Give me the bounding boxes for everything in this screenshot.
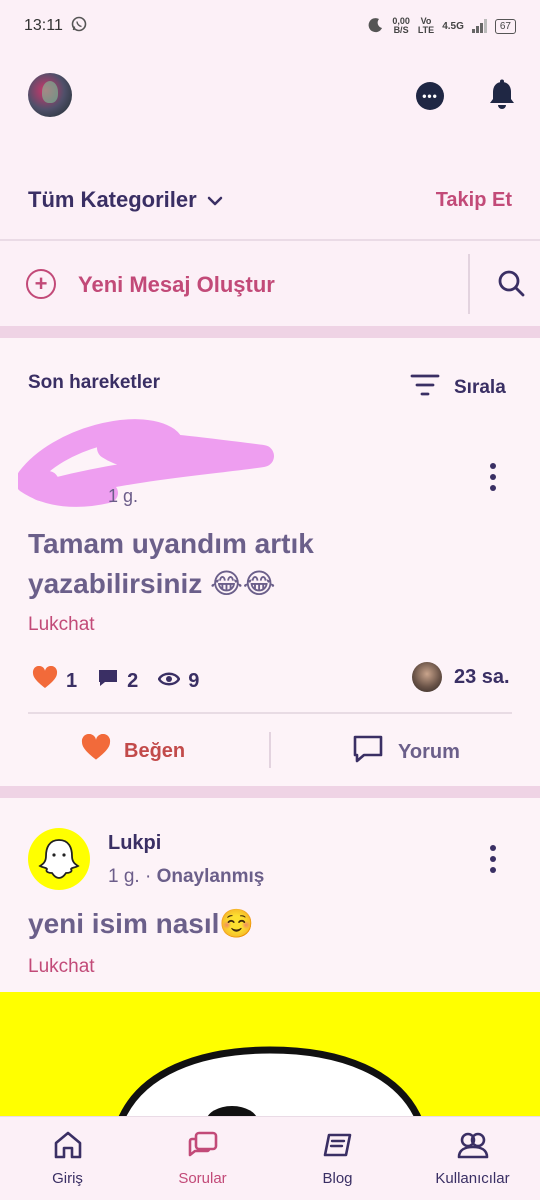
section-separator bbox=[0, 786, 540, 798]
heart-icon bbox=[32, 665, 58, 696]
divider bbox=[0, 239, 540, 241]
questions-icon bbox=[187, 1130, 219, 1164]
post-time: 1 g. bbox=[108, 486, 139, 506]
volte-bottom: LTE bbox=[417, 25, 435, 35]
status-right: 0,00 B/S Vo LTE 4.5G 67 bbox=[368, 17, 516, 35]
battery-level: 67 bbox=[499, 20, 511, 32]
users-icon bbox=[456, 1130, 490, 1164]
more-options-icon[interactable] bbox=[489, 845, 497, 873]
chevron-down-icon bbox=[207, 187, 223, 213]
more-options-icon[interactable] bbox=[489, 463, 497, 491]
post-meta: 1 g. · Onaylanmış bbox=[108, 866, 264, 888]
post-author[interactable]: Lukpi bbox=[108, 832, 161, 855]
section-separator bbox=[0, 326, 540, 338]
likes-count: 1 bbox=[66, 669, 78, 692]
home-icon bbox=[52, 1130, 84, 1164]
post-time: 1 g. bbox=[108, 866, 140, 887]
nav-questions[interactable]: Sorular bbox=[135, 1117, 270, 1200]
post-title-line-1: Tamam uyandım artık bbox=[28, 528, 314, 559]
net-speed-unit: B/S bbox=[393, 25, 409, 35]
like-label: Beğen bbox=[124, 739, 186, 762]
verified-badge: Onaylanmış bbox=[156, 866, 265, 887]
category-dropdown[interactable]: Tüm Kategoriler bbox=[28, 187, 223, 213]
nav-blog[interactable]: Blog bbox=[270, 1117, 405, 1200]
likes-stat: 1 bbox=[32, 665, 78, 696]
post-image[interactable] bbox=[0, 992, 540, 1122]
views-count: 9 bbox=[188, 669, 200, 692]
category-row: Tüm Kategoriler Takip Et bbox=[0, 178, 540, 222]
nav-home[interactable]: Giriş bbox=[0, 1117, 135, 1200]
meta-separator: · bbox=[144, 866, 152, 887]
bottom-nav: Giriş Sorular Blog Kullanıcılar bbox=[0, 1116, 540, 1200]
profile-avatar[interactable] bbox=[28, 73, 72, 117]
ghost-image bbox=[116, 1046, 424, 1122]
post-category[interactable]: Lukchat bbox=[28, 956, 95, 978]
post-title[interactable]: yeni isim nasıl☺️ bbox=[28, 904, 254, 944]
net-speed: 0,00 B/S bbox=[392, 17, 410, 35]
ghost-icon bbox=[38, 839, 80, 879]
comment-button[interactable]: Yorum bbox=[352, 734, 460, 770]
last-activity-time: 23 sa. bbox=[454, 665, 510, 688]
status-left: 13:11 bbox=[24, 16, 87, 37]
author-avatar[interactable] bbox=[28, 828, 90, 890]
comment-bubble-icon bbox=[97, 668, 119, 694]
top-bar: ••• bbox=[0, 70, 540, 122]
chat-icon[interactable]: ••• bbox=[416, 82, 444, 110]
blog-icon bbox=[322, 1130, 354, 1164]
comment-bubble-icon bbox=[352, 734, 384, 770]
last-activity[interactable]: 23 sa. bbox=[412, 662, 510, 692]
search-icon[interactable] bbox=[496, 268, 526, 298]
new-message-row: + Yeni Mesaj Oluştur bbox=[0, 242, 540, 326]
new-message-button[interactable]: Yeni Mesaj Oluştur bbox=[78, 272, 275, 298]
heart-icon bbox=[80, 733, 112, 768]
plus-circle-icon[interactable]: + bbox=[26, 269, 56, 299]
nav-blog-label: Blog bbox=[322, 1170, 353, 1187]
nav-questions-label: Sorular bbox=[178, 1170, 227, 1187]
like-button[interactable]: Beğen bbox=[80, 733, 186, 768]
nav-home-label: Giriş bbox=[52, 1170, 83, 1187]
post-title[interactable]: Tamam uyandım artık yazabilirsiniz 😂😂 bbox=[28, 524, 314, 604]
views-stat: 9 bbox=[157, 669, 200, 693]
signal-icon bbox=[471, 19, 487, 33]
sort-label: Sırala bbox=[454, 377, 506, 398]
post-category[interactable]: Lukchat bbox=[28, 614, 95, 636]
whatsapp-icon bbox=[71, 16, 87, 37]
follow-button[interactable]: Takip Et bbox=[436, 189, 512, 212]
redacted-author-scribble bbox=[18, 419, 274, 507]
network-type: 4.5G bbox=[442, 20, 464, 32]
comments-count: 2 bbox=[127, 669, 139, 692]
post-stats: 1 2 9 bbox=[32, 665, 200, 696]
moon-icon bbox=[368, 17, 384, 35]
filter-icon bbox=[410, 372, 440, 404]
divider bbox=[28, 712, 512, 714]
comments-stat: 2 bbox=[97, 668, 138, 694]
category-label: Tüm Kategoriler bbox=[28, 187, 197, 212]
status-bar: 13:11 0,00 B/S Vo LTE 4.5G 67 bbox=[0, 0, 540, 52]
nav-users[interactable]: Kullanıcılar bbox=[405, 1117, 540, 1200]
comment-label: Yorum bbox=[398, 740, 460, 763]
last-user-avatar bbox=[412, 662, 442, 692]
nav-users-label: Kullanıcılar bbox=[435, 1170, 510, 1187]
status-time: 13:11 bbox=[24, 17, 63, 34]
section-title: Son hareketler bbox=[28, 372, 160, 393]
post-actions: Beğen Yorum bbox=[0, 712, 540, 786]
vertical-divider bbox=[468, 254, 470, 314]
battery-icon: 67 bbox=[494, 18, 516, 34]
volte-indicator: Vo LTE bbox=[418, 17, 434, 35]
sort-button[interactable]: Sırala bbox=[410, 372, 506, 404]
vertical-divider bbox=[269, 732, 271, 768]
post-title-line-2: yazabilirsiniz 😂😂 bbox=[28, 568, 276, 599]
bell-icon[interactable] bbox=[486, 78, 518, 112]
eye-icon bbox=[157, 670, 181, 693]
